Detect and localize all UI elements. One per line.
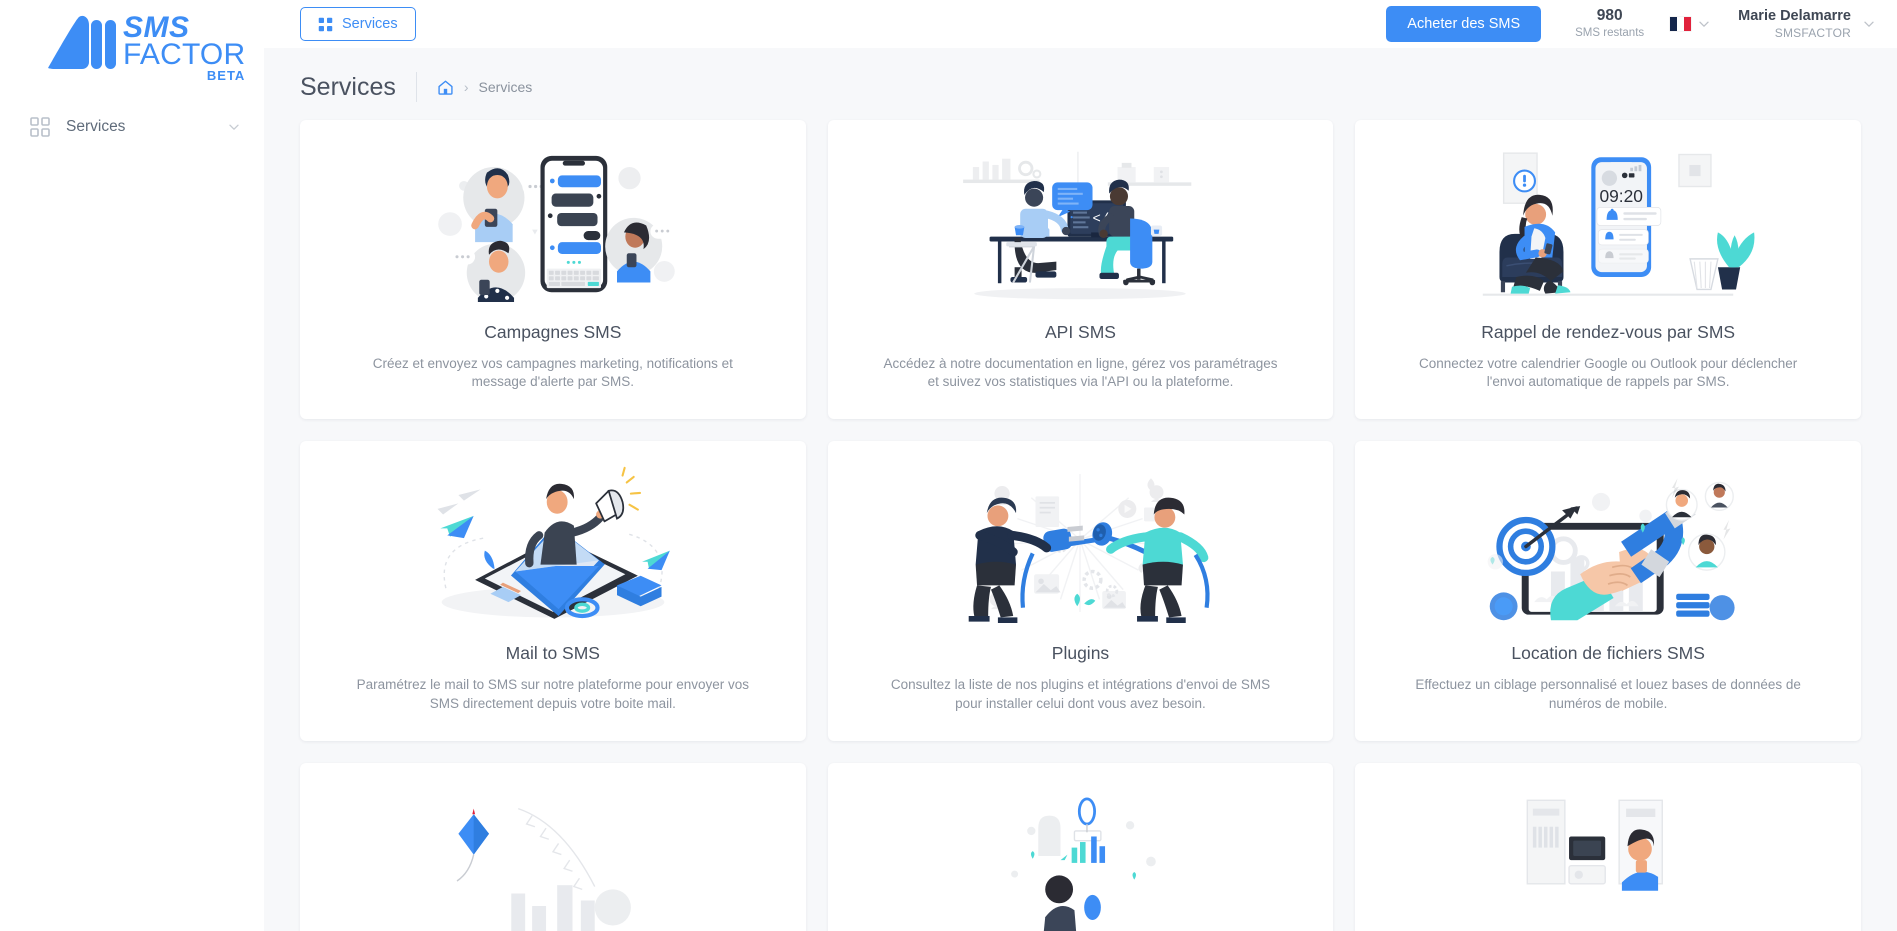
header-divider: [415, 72, 417, 102]
service-card-row3-2[interactable]: [827, 762, 1334, 931]
illustration-developers-at-desk: </>: [854, 142, 1308, 302]
service-card-description: Connectez votre calendrier Google ou Out…: [1419, 356, 1798, 390]
service-card-row3-3[interactable]: [1355, 762, 1861, 931]
service-card-title: Mail to SMS: [505, 643, 600, 664]
main-area: Services Acheter des SMS 980 SMS restant…: [264, 0, 1897, 931]
service-card-title: API SMS: [1044, 322, 1116, 342]
sidebar-item-label: Services: [66, 118, 126, 135]
french-flag-icon: [1670, 17, 1692, 31]
sms-credits-value: 980: [1596, 7, 1623, 25]
illustration-kite-flying: [326, 785, 780, 931]
service-card-description: Accédez à notre documentation en ligne, …: [883, 356, 1278, 390]
home-icon[interactable]: [437, 79, 454, 96]
sidebar-item-services[interactable]: Services: [0, 108, 264, 146]
illustration-person-analytics: [854, 785, 1308, 931]
service-card-title: Rappel de rendez-vous par SMS: [1481, 322, 1736, 342]
service-card-description: Effectuez un ciblage personnalisé et lou…: [1415, 677, 1801, 711]
buy-sms-button[interactable]: Acheter des SMS: [1386, 6, 1542, 42]
topbar: Services Acheter des SMS 980 SMS restant…: [264, 0, 1897, 48]
breadcrumb-separator: ›: [463, 79, 469, 95]
breadcrumb: › Services: [437, 79, 532, 96]
illustration-woman-armchair-phone-notifications: 09:20: [1381, 142, 1835, 302]
service-card-plugins[interactable]: Plugins Consultez la liste de nos plugin…: [827, 441, 1334, 741]
logo-text-sms: SMS: [123, 11, 190, 44]
chevron-down-icon: [1864, 21, 1874, 27]
illustration-hand-magnet-target-avatars: [1381, 463, 1835, 623]
logo-text-beta: BETA: [206, 68, 246, 83]
grid-icon: [318, 17, 333, 31]
sms-credits-label: SMS restants: [1575, 27, 1645, 40]
service-card-description: Paramétrez le mail to SMS sur notre plat…: [356, 677, 750, 711]
services-button[interactable]: Services: [300, 7, 416, 41]
service-card-title: Campagnes SMS: [484, 322, 622, 342]
services-card-grid: Campagnes SMS Créez et envoyez vos campa…: [264, 120, 1897, 931]
service-card-location-fichiers-sms[interactable]: Location de fichiers SMS Effectuez un ci…: [1355, 441, 1861, 741]
user-menu[interactable]: Marie Delamarre SMSFACTOR: [1738, 8, 1875, 40]
service-card-row3-1[interactable]: [300, 762, 806, 931]
sms-credits: 980 SMS restants: [1575, 7, 1644, 40]
sidebar-nav: Services: [0, 108, 264, 146]
logo-text-factor: FACTOR: [123, 38, 246, 71]
service-card-title: Plugins: [1051, 643, 1110, 664]
grid-icon: [30, 117, 50, 137]
logo-mark-icon: [48, 15, 116, 70]
service-card-campagnes-sms[interactable]: Campagnes SMS Créez et envoyez vos campa…: [300, 120, 806, 420]
illustration-office-person-server: [1381, 785, 1835, 931]
user-info: Marie Delamarre SMSFACTOR: [1738, 8, 1851, 40]
chevron-down-icon: [229, 124, 239, 130]
illustration-man-megaphone-envelope-tablet: [326, 463, 780, 623]
content-panel: Services › Services Campagnes SMS Créez …: [264, 48, 1897, 931]
service-card-api-sms[interactable]: </> API SMS Accédez à notre documentatio…: [827, 120, 1334, 420]
user-name: Marie Delamarre: [1738, 8, 1851, 25]
services-button-label: Services: [342, 16, 398, 32]
service-card-mail-to-sms[interactable]: Mail to SMS Paramétrez le mail to SMS su…: [300, 441, 806, 741]
page-title: Services: [300, 72, 396, 101]
breadcrumb-current[interactable]: Services: [479, 79, 533, 95]
language-selector[interactable]: [1670, 17, 1710, 31]
app-root: SMS FACTOR BETA Services Services Achete…: [0, 0, 1897, 931]
page-header: Services › Services: [264, 48, 1897, 120]
chevron-down-icon: [1699, 21, 1709, 27]
user-organization: SMSFACTOR: [1774, 25, 1851, 40]
illustration-two-people-plug-connect: [854, 463, 1308, 624]
app-logo[interactable]: SMS FACTOR BETA: [0, 0, 264, 90]
service-card-rappel-rendez-vous[interactable]: 09:20 Rappel de rendez-vous par SMS Conn…: [1355, 120, 1861, 420]
service-card-description: Consultez la liste de nos plugins et int…: [890, 677, 1271, 711]
phone-time: 09:20: [1600, 186, 1643, 206]
service-card-description: Créez et envoyez vos campagnes marketing…: [372, 356, 733, 390]
service-card-title: Location de fichiers SMS: [1511, 643, 1705, 664]
sidebar: SMS FACTOR BETA Services: [0, 0, 264, 931]
illustration-people-messaging-phone: [326, 142, 780, 302]
